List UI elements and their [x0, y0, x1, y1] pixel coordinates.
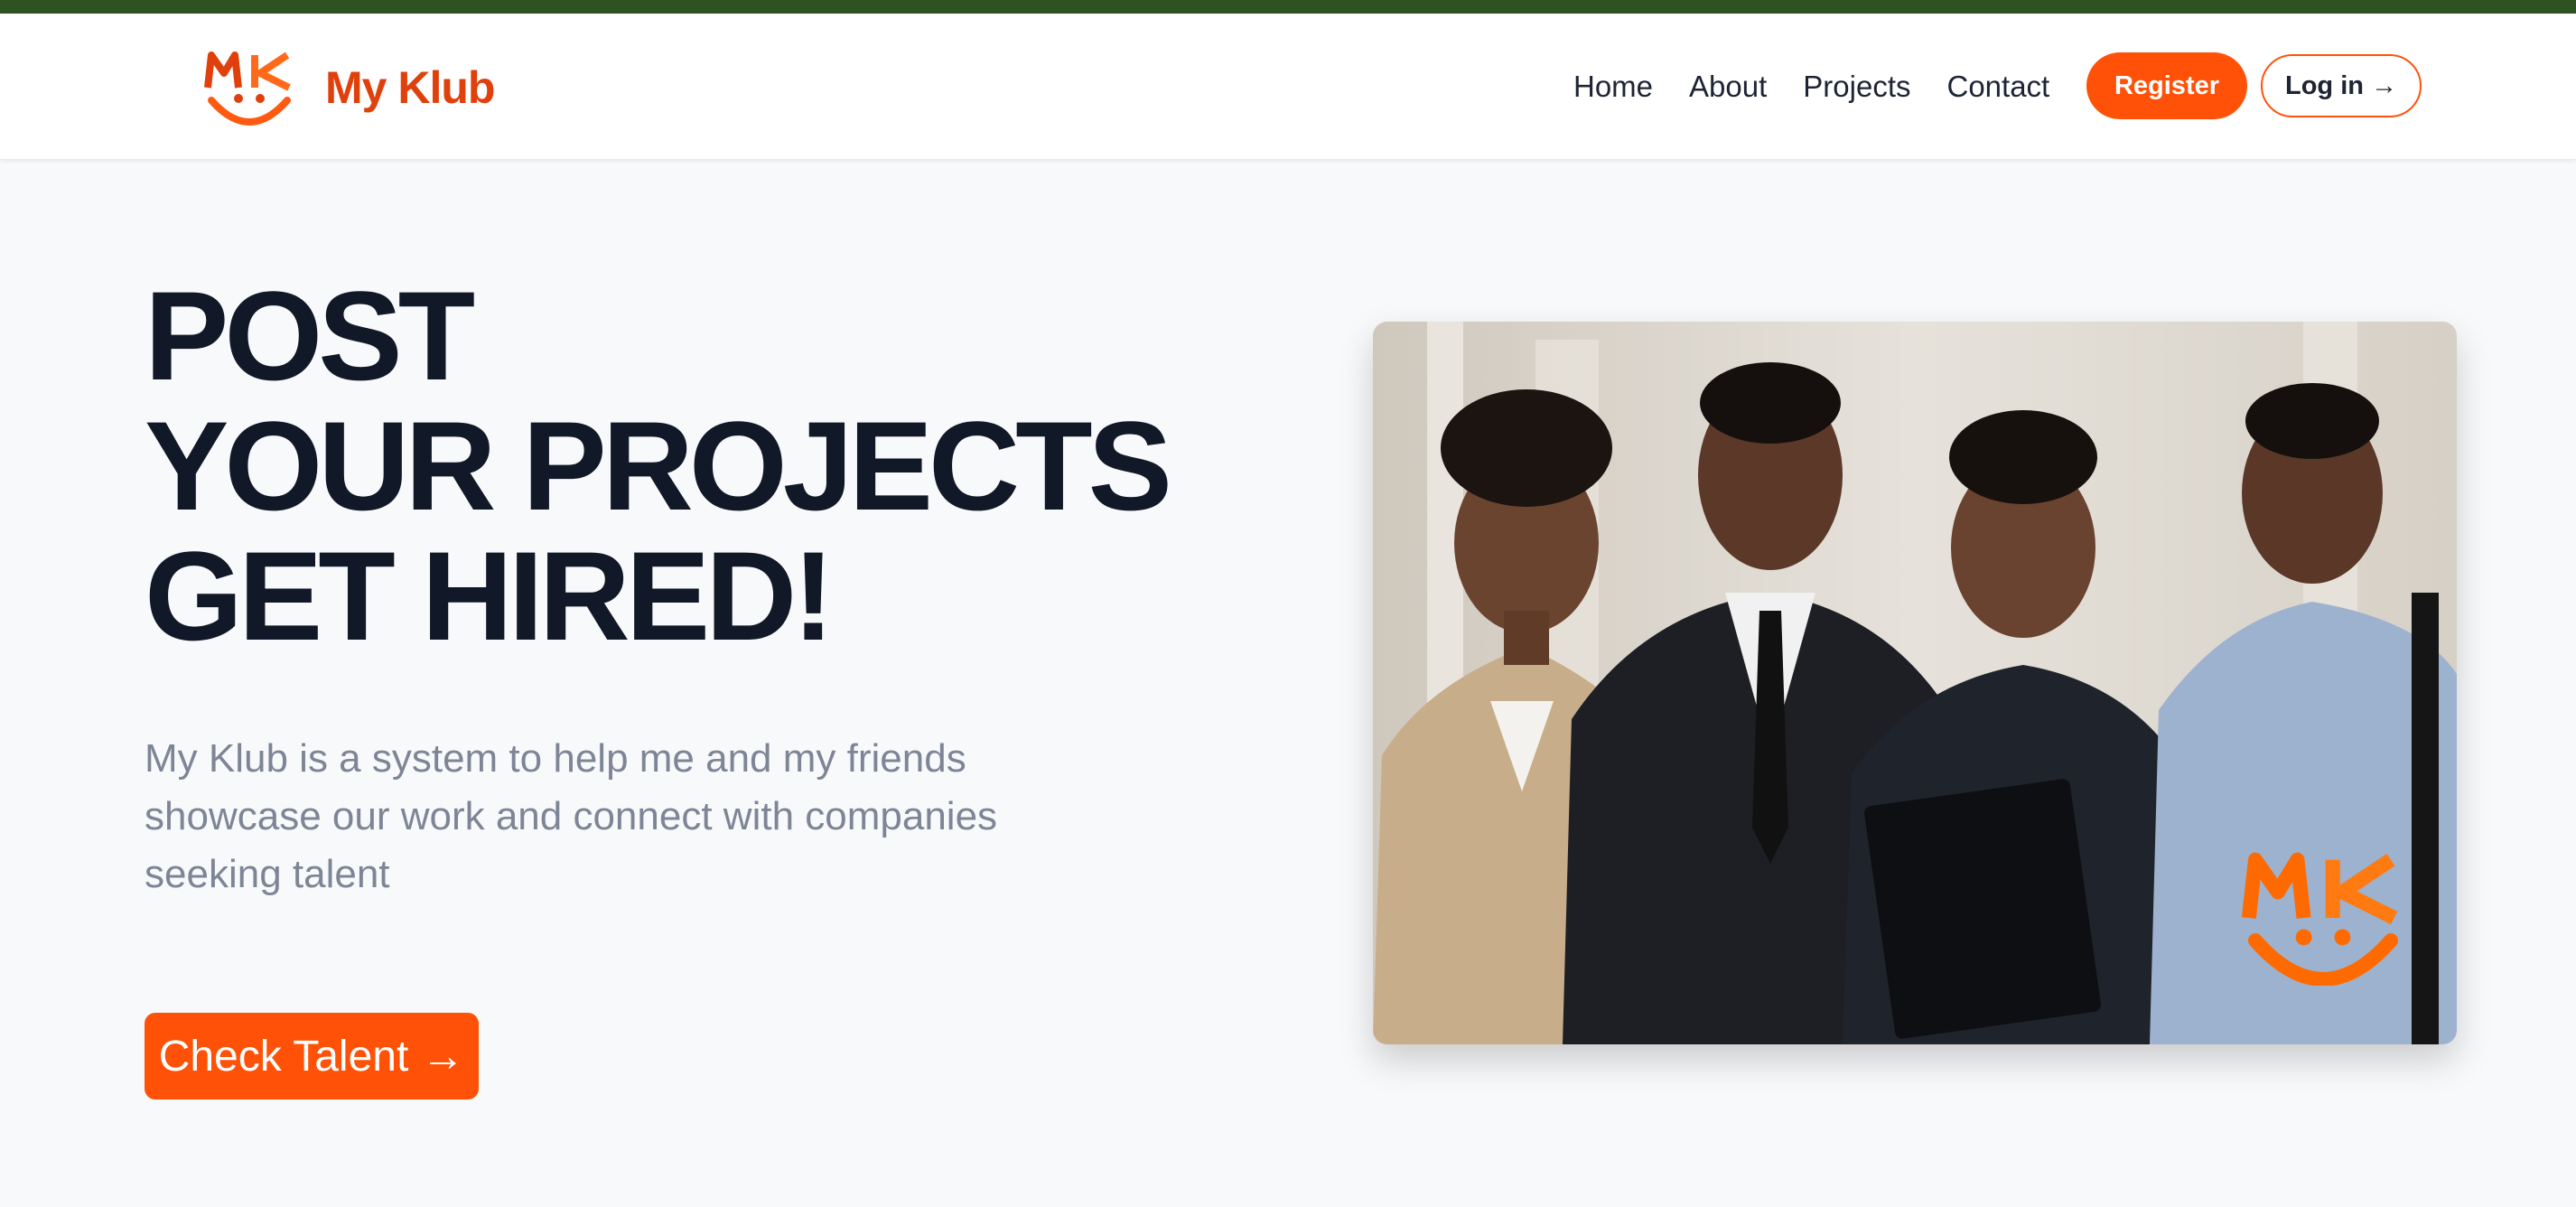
hero-title-line: GET HIRED! — [145, 525, 835, 667]
arrow-right-icon: → — [421, 1032, 465, 1081]
login-button[interactable]: Log in → — [2261, 54, 2422, 117]
login-button-label: Log in — [2285, 70, 2364, 100]
hero-title-line: POST — [145, 265, 475, 407]
brand-name: My Klub — [325, 62, 495, 113]
hero-team-photo — [1373, 322, 2457, 1044]
mk-smiley-logo-icon — [2242, 852, 2399, 986]
nav-link-about[interactable]: About — [1689, 70, 1767, 104]
hero-title-line: YOUR PROJECTS — [145, 395, 1172, 537]
check-talent-label: Check Talent — [158, 1032, 409, 1081]
check-talent-button[interactable]: Check Talent → — [145, 1013, 479, 1099]
main-nav: Home About Projects Contact — [1573, 14, 2061, 159]
mk-smiley-logo-icon — [204, 51, 291, 126]
navbar: My Klub Home About Projects Contact Regi… — [0, 14, 2576, 160]
brand-logo-link[interactable]: My Klub — [204, 50, 495, 126]
nav-link-projects[interactable]: Projects — [1803, 70, 1910, 104]
hero-title: POST YOUR PROJECTS GET HIRED! — [145, 265, 1172, 667]
register-button[interactable]: Register — [2086, 52, 2247, 119]
top-accent-bar — [0, 0, 2576, 14]
arrow-right-icon: → — [2370, 70, 2397, 100]
nav-link-contact[interactable]: Contact — [1947, 70, 2050, 104]
nav-link-home[interactable]: Home — [1573, 70, 1653, 104]
hero-description: My Klub is a system to help me and my fr… — [145, 736, 998, 896]
